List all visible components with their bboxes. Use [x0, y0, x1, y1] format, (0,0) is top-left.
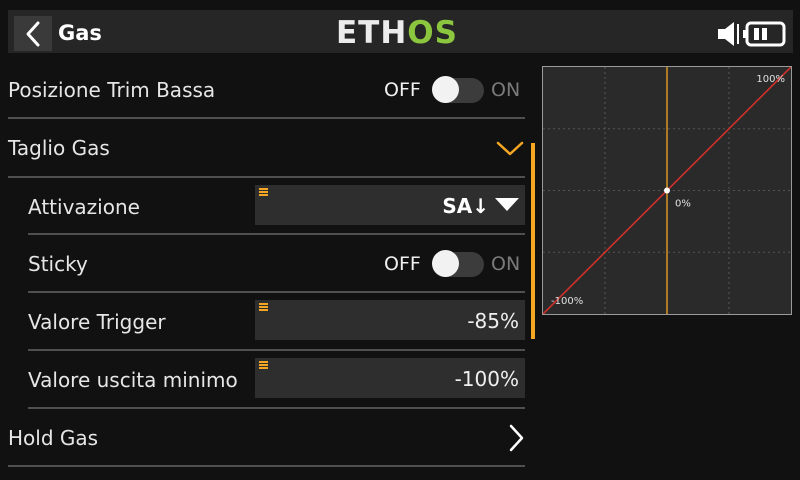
chevron-right-icon[interactable] [507, 423, 527, 453]
row-sticky: Sticky OFF ON [0, 235, 530, 293]
logo-text-accent: OS [407, 15, 458, 51]
throttle-cut-label: Taglio Gas [8, 136, 110, 160]
dropdown-triangle-icon [495, 198, 519, 211]
logo-text-main: ETH [336, 15, 408, 51]
drag-handle-icon [259, 361, 268, 369]
activation-label: Attivazione [28, 195, 140, 219]
row-min-output: Valore uscita minimo -100% [0, 351, 530, 409]
speaker-icon [718, 22, 739, 46]
chevron-down-icon[interactable] [495, 139, 525, 159]
ethos-logo: ETHOS [336, 14, 458, 52]
curve-svg: 100% 0% -100% [543, 67, 791, 314]
back-arrow-icon [26, 21, 40, 46]
status-icons [716, 20, 788, 48]
center-point [664, 187, 670, 194]
sticky-label: Sticky [28, 252, 88, 276]
trigger-value: -85% [467, 309, 519, 333]
trigger-value-label: Valore Trigger [28, 310, 166, 334]
toggle-off-label: OFF [384, 79, 421, 101]
drag-handle-icon [259, 188, 268, 196]
row-throttle-cut[interactable]: Taglio Gas [0, 119, 530, 177]
throttle-curve-chart: 100% 0% -100% [542, 66, 792, 315]
back-button[interactable] [14, 16, 52, 51]
hold-throttle-label: Hold Gas [8, 426, 99, 450]
toggle-on-label: ON [491, 253, 521, 275]
row-trigger-value: Valore Trigger -85% [0, 293, 530, 351]
activation-value: SA↓ [442, 194, 489, 218]
trim-position-label: Posizione Trim Bassa [8, 78, 216, 102]
drag-handle-icon [259, 303, 268, 311]
min-output-field[interactable]: -100% [255, 358, 525, 398]
label-center: 0% [675, 199, 691, 210]
scrollbar[interactable] [531, 143, 535, 339]
min-output-label: Valore uscita minimo [28, 368, 238, 392]
divider [8, 465, 525, 467]
activation-select[interactable]: SA↓ [255, 185, 525, 225]
battery-icon [743, 21, 786, 47]
toggle-knob [432, 76, 459, 103]
toggle-knob [432, 250, 459, 277]
toggle-on-label: ON [491, 79, 521, 101]
page-title: Gas [58, 21, 102, 45]
row-activation: Attivazione SA↓ [0, 178, 530, 236]
label-bottom-left: -100% [551, 296, 583, 307]
trigger-value-field[interactable]: -85% [255, 300, 525, 340]
row-trim-position: Posizione Trim Bassa OFF ON [0, 61, 530, 119]
row-hold-throttle[interactable]: Hold Gas [0, 409, 530, 467]
sticky-toggle[interactable]: OFF ON [384, 249, 524, 279]
min-output-value: -100% [454, 367, 519, 391]
toggle-off-label: OFF [384, 253, 421, 275]
trim-position-toggle[interactable]: OFF ON [384, 75, 524, 105]
label-top-right: 100% [756, 74, 785, 85]
